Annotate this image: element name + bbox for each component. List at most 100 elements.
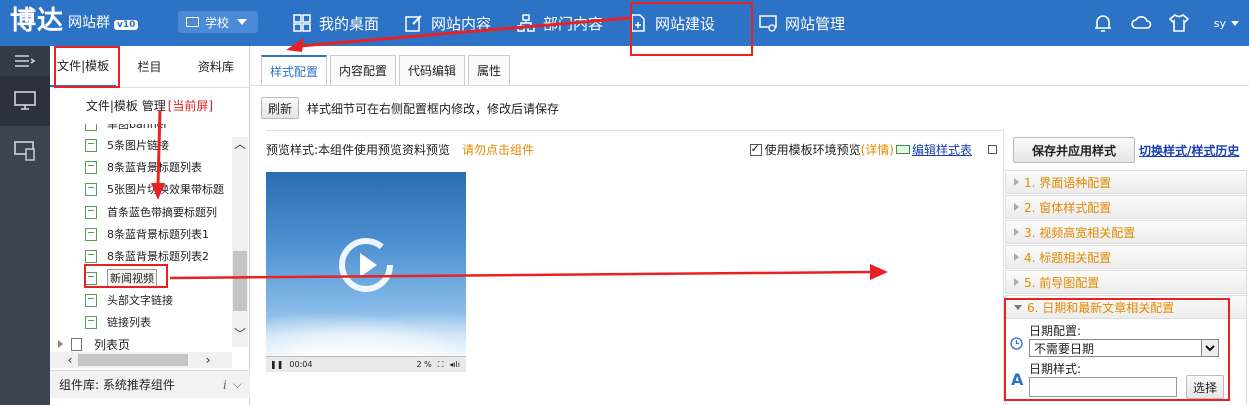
brand[interactable]: 博达 网站群 v10 [10,6,139,36]
config-section[interactable]: 4. 标题相关配置 [1005,245,1247,269]
tree-item[interactable]: 8条蓝背景标题列表 [85,157,202,177]
edit-icon [405,15,422,32]
tree-item[interactable]: 链接列表 [85,312,151,332]
expand-arrow-icon[interactable] [58,340,63,348]
component-library-label: 组件库: 系统推荐组件 [59,378,175,392]
school-selector[interactable]: 学校 [178,11,258,33]
preview-warning: 请勿点击组件 [462,143,535,157]
tab-divider [251,85,1249,86]
shirt-icon[interactable] [1168,12,1190,34]
nav-label: 网站内容 [431,14,492,33]
tree-vertical-scrollbar[interactable]: ︿ ﹀ [232,137,248,347]
tree-item[interactable]: 5张图片切换效果带标题 [85,179,224,199]
top-right-tools: sy [1076,0,1239,46]
monitor-icon [14,91,36,110]
file-icon [85,227,97,241]
file-icon [85,315,97,329]
breadcrumb-label: 文件|模板 管理 [85,98,166,113]
stylesheet-icon [895,145,910,154]
username: sy [1213,16,1226,30]
tab-properties[interactable]: 属性 [468,55,511,85]
page-icon [71,337,82,351]
brand-logo: 博达 [10,6,65,36]
expand-arrow-icon [1014,278,1019,286]
refresh-button[interactable]: 刷新 [261,97,300,119]
scroll-left-icon[interactable]: ‹ [62,352,78,368]
preview-options: 使用模板环境预览 (详情) 编辑样式表 [749,141,1003,158]
scroll-down-icon[interactable]: ﹀ [232,327,248,341]
rail-mobile[interactable] [0,126,50,176]
tree-item[interactable]: 5条图片链接 [85,135,169,155]
tree-item[interactable]: 单图banner [85,124,168,134]
tree-item[interactable]: 首条蓝色带摘要标题列 [85,202,217,222]
style-history-link[interactable]: 切换样式/样式历史 [1139,142,1239,159]
tab-library[interactable]: 资料库 [183,46,249,87]
expand-arrow-icon [1014,178,1019,186]
template-env-checkbox[interactable] [749,142,762,156]
config-section[interactable]: 3. 视频高宽相关配置 [1005,220,1247,244]
config-section[interactable]: 1. 界面语种配置 [1005,170,1247,194]
pause-icon[interactable]: ❚❚ [270,360,283,369]
maximize-icon[interactable] [988,145,997,154]
video-preview[interactable] [266,172,466,372]
scroll-up-icon[interactable]: ︿ [232,137,248,151]
config-section[interactable]: 2. 窗体样式配置 [1005,195,1247,219]
nav-site-content[interactable]: 网站内容 [397,0,499,46]
top-bar: 博达 网站群 v10 学校 我的桌面 网站内容 部门内容 网站建设 网站管理 s… [0,0,1249,46]
tree-item[interactable]: 头部文字链接 [85,290,173,310]
template-env-label: 使用模板环境预览 [764,143,861,157]
tab-content-config[interactable]: 内容配置 [330,55,397,85]
file-icon [85,205,97,219]
info-icon[interactable]: i [223,378,227,392]
file-icon [85,249,97,263]
tab-style-config[interactable]: 样式配置 [261,55,328,85]
chevron-down-icon [1231,20,1239,26]
video-time: 00:04 [289,360,313,369]
video-controls: ❚❚ 00:04 2 % ⛶ ◂ılı [266,356,466,372]
tree-folder-list-page[interactable]: 列表页 [58,334,130,354]
left-rail [0,46,50,405]
file-icon [85,124,97,131]
scroll-thumb[interactable] [78,354,188,366]
tab-column[interactable]: 栏目 [116,46,182,87]
nav-label: 网站管理 [785,14,846,33]
nav-site-manage[interactable]: 网站管理 [751,0,853,46]
org-chart-icon [517,14,535,32]
desktop-grid-icon [293,14,311,32]
collapse-toggle[interactable] [0,46,50,76]
nav-label: 我的桌面 [319,14,380,33]
fullscreen-icon[interactable]: ⛶ [438,360,444,370]
volume-icon[interactable]: ◂ılı [449,360,460,369]
tree-horizontal-scrollbar[interactable]: ‹ › [50,352,232,368]
edit-stylesheet-link[interactable]: 编辑样式表 [912,141,972,158]
expand-arrow-icon [1014,228,1019,236]
scroll-thumb[interactable] [233,251,247,311]
expand-arrow-icon [1014,253,1019,261]
rail-desktop[interactable] [0,76,50,126]
config-section[interactable]: 5. 前导图配置 [1005,270,1247,294]
annotation-box [84,264,168,288]
toolbar: 刷新 样式细节可在右侧配置框内修改，修改后请保存 [261,97,559,119]
component-library-bar[interactable]: 组件库: 系统推荐组件 i ⌵ [50,370,250,398]
tree-item[interactable]: 8条蓝背景标题列表2 [85,246,209,266]
bell-icon[interactable] [1092,12,1114,34]
chevron-down-icon[interactable]: ⌵ [233,377,242,392]
device-icon [14,141,35,161]
main-nav: 我的桌面 网站内容 部门内容 网站建设 网站管理 [285,0,863,46]
details-link[interactable]: (详情) [861,141,894,158]
annotation-box [1004,298,1230,401]
file-icon [85,293,97,307]
breadcrumb-current[interactable]: [当前屏] [168,97,213,114]
cloud-icon[interactable] [1130,12,1152,34]
play-icon[interactable] [336,235,396,295]
brand-subtitle: 网站群 [68,15,111,31]
breadcrumb: 文件|模板 管理 [当前屏] [50,88,249,122]
nav-my-desktop[interactable]: 我的桌面 [285,0,387,46]
tab-code-edit[interactable]: 代码编辑 [399,55,466,85]
scroll-right-icon[interactable]: › [200,352,216,368]
tree-item[interactable]: 8条蓝背景标题列表1 [85,224,209,244]
nav-dept-content[interactable]: 部门内容 [509,0,611,46]
user-menu[interactable]: sy [1214,17,1239,30]
expand-arrow-icon [1014,203,1019,211]
save-apply-button[interactable]: 保存并应用样式 [1013,137,1135,163]
